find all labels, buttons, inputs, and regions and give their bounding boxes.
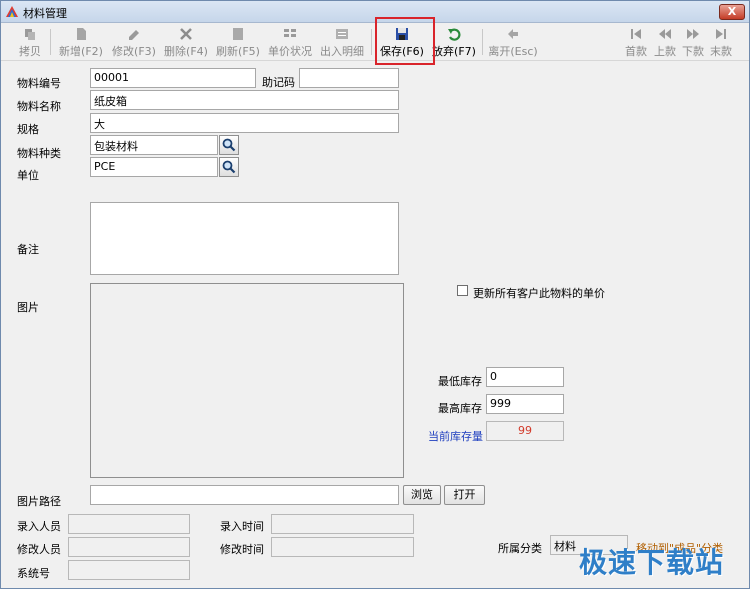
edit-button[interactable]: 修改(F3)	[110, 25, 158, 59]
first-label: 首款	[625, 45, 647, 58]
discard-button[interactable]: 放弃(F7)	[430, 25, 478, 59]
category-label: 所属分类	[498, 542, 542, 555]
unit-lookup-button[interactable]	[219, 157, 239, 177]
type-input[interactable]: 包装材料	[90, 135, 218, 155]
price-status-label: 单价状况	[268, 45, 312, 58]
modified-by-label: 修改人员	[17, 543, 61, 556]
mnemonic-input[interactable]	[299, 68, 399, 88]
app-icon	[6, 6, 18, 17]
code-input[interactable]: 00001	[90, 68, 256, 88]
entered-by-label: 录入人员	[17, 520, 61, 533]
code-label: 物料编号	[17, 77, 61, 90]
spec-input[interactable]: 大	[90, 113, 399, 133]
modified-by-field	[68, 537, 190, 557]
modified-time-field	[271, 537, 414, 557]
new-label: 新增(F2)	[59, 45, 103, 58]
type-lookup-button[interactable]	[219, 135, 239, 155]
min-stock-input[interactable]: 0	[486, 367, 564, 387]
modified-time-label: 修改时间	[220, 543, 264, 556]
discard-label: 放弃(F7)	[432, 45, 476, 58]
next-icon	[687, 29, 699, 39]
new-button[interactable]: 新增(F2)	[57, 25, 105, 59]
magnifier-icon	[222, 138, 236, 152]
detail-icon	[336, 29, 348, 39]
min-stock-label: 最低库存	[438, 375, 482, 388]
update-price-label: 更新所有客户此物料的单价	[473, 287, 605, 300]
system-no-label: 系统号	[17, 567, 50, 580]
io-detail-button[interactable]: 出入明细	[318, 25, 366, 59]
next-button[interactable]: 下款	[679, 25, 707, 59]
path-label: 图片路径	[17, 495, 61, 508]
delete-label: 删除(F4)	[164, 45, 208, 58]
delete-button[interactable]: 删除(F4)	[162, 25, 210, 59]
update-price-checkbox[interactable]	[457, 285, 468, 296]
first-button[interactable]: 首款	[622, 25, 650, 59]
leave-label: 离开(Esc)	[488, 45, 538, 58]
window-title: 材料管理	[23, 7, 67, 20]
current-stock-value: 99	[486, 421, 564, 441]
name-label: 物料名称	[17, 100, 61, 113]
browse-button[interactable]: 浏览	[403, 485, 441, 505]
entered-by-field	[68, 514, 190, 534]
exit-icon	[508, 29, 518, 39]
delete-icon	[180, 28, 192, 40]
last-icon	[716, 29, 726, 39]
max-stock-input[interactable]: 999	[486, 394, 564, 414]
prev-button[interactable]: 上款	[651, 25, 679, 59]
next-label: 下款	[682, 45, 704, 58]
save-highlight-frame	[375, 17, 435, 65]
refresh-icon	[233, 28, 243, 40]
prev-icon	[659, 29, 671, 39]
material-window: 材料管理 X 拷贝 新增(F2) 修改(F3) 删除(F4) 刷新(F5) 单价…	[0, 0, 750, 589]
entered-time-label: 录入时间	[220, 520, 264, 533]
mnemonic-label: 助记码	[262, 76, 295, 89]
type-label: 物料种类	[17, 147, 61, 160]
spec-label: 规格	[17, 123, 39, 136]
last-button[interactable]: 末款	[707, 25, 735, 59]
close-button[interactable]: X	[719, 4, 745, 20]
remark-label: 备注	[17, 243, 39, 256]
magnifier-icon	[222, 160, 236, 174]
new-icon	[77, 28, 86, 40]
path-input[interactable]	[90, 485, 399, 505]
entered-time-field	[271, 514, 414, 534]
picture-box[interactable]	[90, 283, 404, 478]
first-icon	[631, 29, 641, 39]
edit-label: 修改(F3)	[112, 45, 156, 58]
unit-label: 单位	[17, 169, 39, 182]
name-input[interactable]: 纸皮箱	[90, 90, 399, 110]
open-button[interactable]: 打开	[444, 485, 485, 505]
leave-button[interactable]: 离开(Esc)	[488, 25, 538, 59]
max-stock-label: 最高库存	[438, 402, 482, 415]
last-label: 末款	[710, 45, 732, 58]
refresh-label: 刷新(F5)	[216, 45, 260, 58]
edit-icon	[129, 30, 139, 40]
remark-textarea[interactable]	[90, 202, 399, 275]
current-stock-label: 当前库存量	[428, 430, 483, 443]
prev-label: 上款	[654, 45, 676, 58]
watermark-logo: 极速下载站	[579, 546, 725, 579]
copy-button[interactable]: 拷贝	[13, 25, 47, 59]
unit-input[interactable]: PCE	[90, 157, 218, 177]
grid-icon	[284, 29, 296, 37]
toolbar-separator	[50, 29, 51, 55]
refresh-button[interactable]: 刷新(F5)	[214, 25, 262, 59]
toolbar-separator	[482, 29, 483, 55]
io-detail-label: 出入明细	[320, 45, 364, 58]
copy-label: 拷贝	[19, 45, 41, 58]
toolbar-separator	[371, 29, 372, 55]
undo-icon	[448, 28, 461, 41]
system-no-field	[68, 560, 190, 580]
price-status-button[interactable]: 单价状况	[266, 25, 314, 59]
copy-icon	[25, 29, 35, 40]
picture-label: 图片	[17, 301, 39, 314]
